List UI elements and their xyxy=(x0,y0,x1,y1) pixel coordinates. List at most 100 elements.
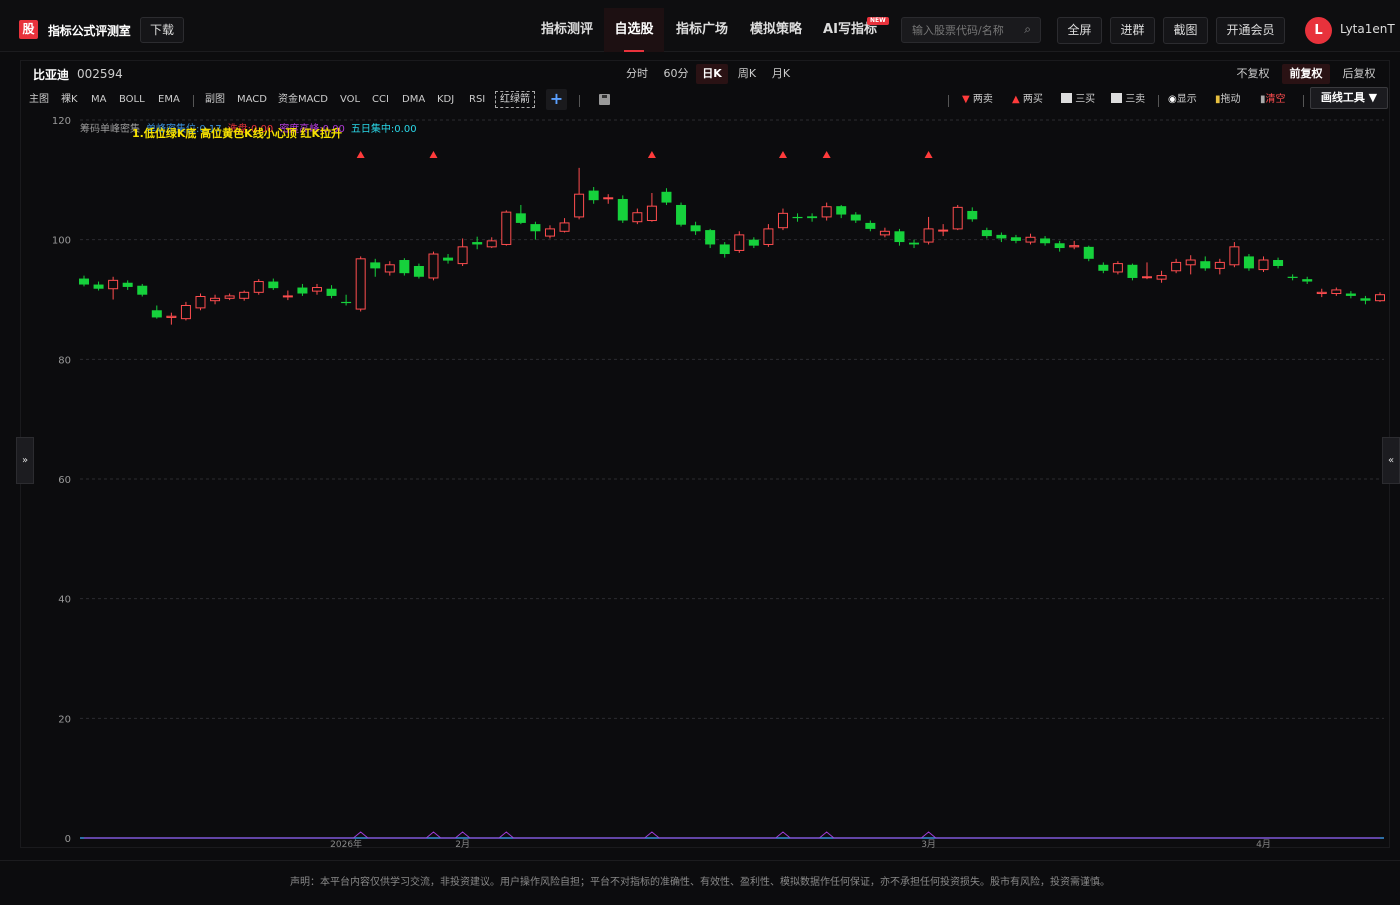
candle[interactable] xyxy=(748,237,759,249)
membership-button[interactable]: 开通会员 xyxy=(1216,17,1285,44)
candle[interactable] xyxy=(1171,258,1182,274)
candle[interactable] xyxy=(865,220,876,232)
nav-simulation[interactable]: 模拟策略 xyxy=(740,8,812,52)
tool-sell2[interactable]: ▼ 两卖 xyxy=(962,93,993,107)
candle[interactable] xyxy=(1185,255,1196,275)
candle[interactable] xyxy=(443,254,454,264)
indicator-rsi[interactable]: RSI xyxy=(469,93,485,107)
candle[interactable] xyxy=(1054,240,1065,252)
candle[interactable] xyxy=(1229,242,1240,268)
candle[interactable] xyxy=(1258,256,1269,272)
indicator-naked-k[interactable]: 裸K xyxy=(61,93,78,107)
candle[interactable] xyxy=(1083,245,1094,262)
candle[interactable] xyxy=(384,261,395,276)
indicator-main-chart[interactable]: 主图 xyxy=(29,93,49,107)
fullscreen-button[interactable]: 全屏 xyxy=(1057,17,1102,44)
candle[interactable] xyxy=(1287,274,1298,281)
candle[interactable] xyxy=(1040,236,1051,246)
candle[interactable] xyxy=(122,280,133,290)
search-icon[interactable]: ⌕ xyxy=(1024,22,1031,37)
save-icon[interactable] xyxy=(599,94,610,105)
candle[interactable] xyxy=(632,208,643,225)
candle[interactable] xyxy=(1302,276,1313,284)
candle[interactable] xyxy=(428,251,439,281)
candle[interactable] xyxy=(370,258,381,277)
candle[interactable] xyxy=(472,236,483,250)
candle[interactable] xyxy=(909,239,920,249)
candle[interactable] xyxy=(705,228,716,249)
indicator-macd[interactable]: MACD xyxy=(237,93,267,107)
candle[interactable] xyxy=(646,192,657,222)
candle[interactable] xyxy=(719,242,730,258)
candle[interactable] xyxy=(399,258,410,276)
tool-drag[interactable]: ▮拖动 xyxy=(1215,93,1241,107)
candle[interactable] xyxy=(1127,263,1138,281)
candle[interactable] xyxy=(326,285,337,299)
candle[interactable] xyxy=(777,208,788,231)
candle[interactable] xyxy=(559,218,570,233)
nav-ai-indicator[interactable]: AI写指标 xyxy=(812,8,888,52)
expand-left-button[interactable]: » xyxy=(16,437,34,484)
indicator-boll[interactable]: BOLL xyxy=(119,93,145,107)
candle[interactable] xyxy=(938,224,949,237)
candle[interactable] xyxy=(1214,258,1225,275)
tool-sell3[interactable]: 三卖 xyxy=(1111,93,1145,107)
candle[interactable] xyxy=(1098,262,1109,274)
indicator-vol[interactable]: VOL xyxy=(340,93,360,107)
indicator-sub-chart[interactable]: 副图 xyxy=(205,93,225,107)
expand-right-button[interactable]: « xyxy=(1382,437,1400,484)
candle[interactable] xyxy=(1316,288,1327,298)
candle[interactable] xyxy=(807,213,818,222)
add-indicator-button[interactable]: + xyxy=(546,89,567,110)
adjust-backward[interactable]: 后复权 xyxy=(1338,64,1380,84)
candle[interactable] xyxy=(180,301,191,321)
candle[interactable] xyxy=(166,312,177,325)
candle[interactable] xyxy=(617,195,628,223)
candlestick-chart[interactable]: 020406080100120 2026年 2月 3月 4月 筹码单峰密集 单峰密集位:… xyxy=(22,112,1388,848)
candle[interactable] xyxy=(1112,261,1123,275)
nav-indicator-plaza[interactable]: 指标广场 xyxy=(664,8,740,52)
candle[interactable] xyxy=(1375,292,1385,302)
indicator-ema[interactable]: EMA xyxy=(158,93,180,107)
period-intraday[interactable]: 分时 xyxy=(622,64,652,84)
candle[interactable] xyxy=(1142,262,1153,280)
candle[interactable] xyxy=(676,202,687,227)
candle[interactable] xyxy=(792,213,803,222)
logo[interactable]: 股 xyxy=(19,20,38,39)
candle[interactable] xyxy=(486,237,497,249)
candle[interactable] xyxy=(239,290,250,301)
candle[interactable] xyxy=(297,283,308,296)
candle[interactable] xyxy=(821,202,832,221)
download-button[interactable]: 下载 xyxy=(140,17,184,43)
candle[interactable] xyxy=(268,278,279,290)
candle[interactable] xyxy=(224,293,235,301)
indicator-fund-macd[interactable]: 资金MACD xyxy=(278,93,328,107)
candle[interactable] xyxy=(588,187,599,204)
candle[interactable] xyxy=(1345,291,1356,299)
candle[interactable] xyxy=(1243,254,1254,271)
candle[interactable] xyxy=(894,228,905,246)
period-daily[interactable]: 日K xyxy=(696,64,728,84)
candle[interactable] xyxy=(1331,287,1342,296)
candle[interactable] xyxy=(1273,257,1284,269)
candle[interactable] xyxy=(967,207,978,222)
tool-buy2[interactable]: ▲ 两买 xyxy=(1012,93,1043,107)
candle[interactable] xyxy=(1010,234,1021,244)
candle[interactable] xyxy=(544,225,555,239)
candle[interactable] xyxy=(690,221,701,235)
indicator-ma[interactable]: MA xyxy=(91,93,106,107)
candle[interactable] xyxy=(763,224,774,247)
candle[interactable] xyxy=(137,283,148,297)
brand-name[interactable]: 指标公式评测室 xyxy=(48,22,131,39)
period-60min[interactable]: 60分 xyxy=(660,64,692,84)
indicator-cci[interactable]: CCI xyxy=(372,93,389,107)
candle[interactable] xyxy=(850,212,861,223)
candle[interactable] xyxy=(79,275,89,287)
candle[interactable] xyxy=(734,231,745,253)
candle[interactable] xyxy=(952,204,963,231)
tool-clear[interactable]: ▮清空 xyxy=(1260,93,1286,107)
candle[interactable] xyxy=(355,256,366,312)
candle[interactable] xyxy=(1156,270,1167,283)
tool-buy3[interactable]: 三买 xyxy=(1061,93,1095,107)
candle[interactable] xyxy=(253,279,264,295)
